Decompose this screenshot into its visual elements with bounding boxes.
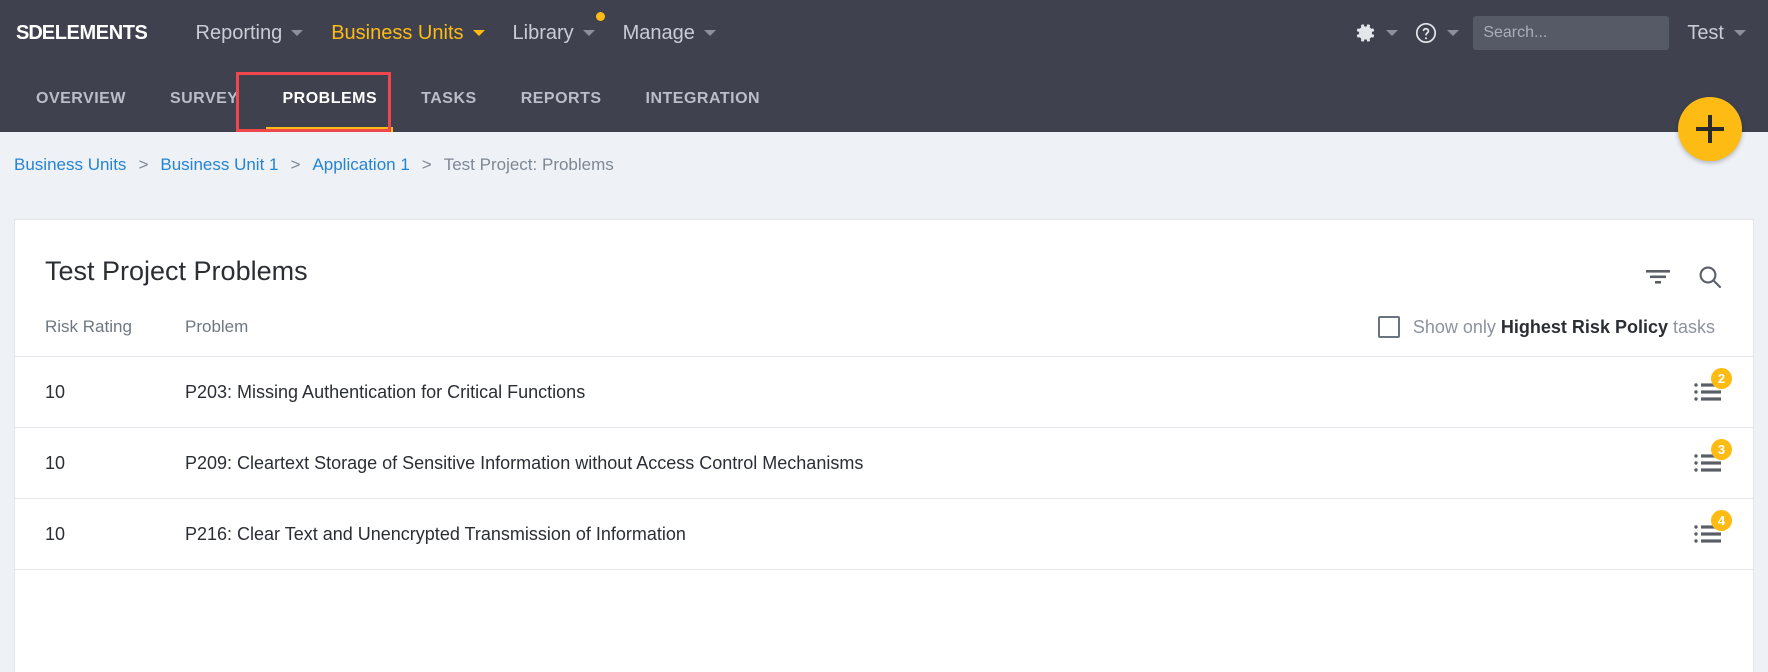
chevron-down-icon	[704, 30, 716, 36]
related-tasks-button[interactable]: 2	[1693, 379, 1723, 405]
top-navigation-right: Test	[1345, 0, 1768, 66]
nav-item-reporting-label: Reporting	[196, 22, 283, 45]
brand-logo-elements: ELEMENTS	[42, 22, 148, 44]
tab-survey-label: SURVEY	[170, 90, 239, 108]
breadcrumb-item-business-unit-1[interactable]: Business Unit 1	[160, 155, 278, 175]
page-title: Test Project Problems	[45, 256, 308, 287]
tab-problems[interactable]: PROBLEMS	[260, 66, 399, 132]
nav-item-manage[interactable]: Manage	[609, 0, 730, 66]
nav-item-manage-label: Manage	[623, 22, 695, 45]
cell-actions: 3	[1653, 450, 1723, 476]
settings-menu-button[interactable]	[1345, 21, 1406, 45]
nav-item-library-label: Library	[513, 22, 574, 45]
chevron-down-icon	[1386, 30, 1398, 36]
cell-problem[interactable]: P203: Missing Authentication for Critica…	[185, 382, 1653, 403]
filter-label-suffix: tasks	[1668, 317, 1715, 337]
search-input[interactable]	[1473, 16, 1669, 50]
add-button[interactable]	[1678, 97, 1742, 161]
notification-dot-icon	[596, 12, 605, 21]
filter-label-prefix: Show only	[1413, 317, 1501, 337]
tab-survey[interactable]: SURVEY	[148, 66, 261, 132]
highest-risk-policy-checkbox[interactable]	[1378, 316, 1400, 338]
user-menu-button[interactable]: Test	[1669, 22, 1758, 45]
brand-logo[interactable]: SDELEMENTS	[16, 22, 148, 45]
cell-problem[interactable]: P216: Clear Text and Unencrypted Transmi…	[185, 524, 1653, 545]
breadcrumb-separator: >	[422, 155, 432, 175]
tab-overview[interactable]: OVERVIEW	[14, 66, 148, 132]
breadcrumb-item-current: Test Project: Problems	[444, 155, 614, 175]
nav-item-business-units[interactable]: Business Units	[317, 0, 498, 66]
chevron-down-icon	[291, 30, 303, 36]
tab-integration[interactable]: INTEGRATION	[624, 66, 783, 132]
breadcrumb-item-business-units[interactable]: Business Units	[14, 155, 126, 175]
column-header-risk-rating: Risk Rating	[45, 317, 185, 337]
project-tab-bar: OVERVIEW SURVEY PROBLEMS TASKS REPORTS I…	[0, 66, 1768, 132]
cell-risk-rating: 10	[45, 453, 185, 474]
highest-risk-policy-filter[interactable]: Show only Highest Risk Policy tasks	[1378, 316, 1723, 338]
tab-reports[interactable]: REPORTS	[499, 66, 624, 132]
related-tasks-button[interactable]: 4	[1693, 521, 1723, 547]
problems-card: Test Project Problems Risk Rating Proble…	[14, 219, 1754, 672]
tab-integration-label: INTEGRATION	[646, 90, 761, 108]
task-count-badge: 2	[1711, 368, 1732, 389]
tab-overview-label: OVERVIEW	[36, 90, 126, 108]
task-count-badge: 4	[1711, 510, 1732, 531]
table-row[interactable]: 10 P216: Clear Text and Unencrypted Tran…	[15, 499, 1753, 570]
table-row[interactable]: 10 P209: Cleartext Storage of Sensitive …	[15, 428, 1753, 499]
cell-risk-rating: 10	[45, 524, 185, 545]
filter-icon[interactable]	[1645, 266, 1671, 288]
column-header-problem: Problem	[185, 317, 1378, 337]
search-icon[interactable]	[1697, 264, 1723, 290]
breadcrumb-item-application-1[interactable]: Application 1	[312, 155, 409, 175]
nav-item-business-units-label: Business Units	[331, 22, 463, 45]
table-header-row: Risk Rating Problem Show only Highest Ri…	[15, 290, 1753, 357]
chevron-down-icon	[1734, 30, 1746, 36]
filter-label-emphasis: Highest Risk Policy	[1501, 317, 1668, 337]
user-menu-label: Test	[1687, 22, 1724, 45]
brand-logo-sd: SD	[16, 22, 42, 44]
tab-reports-label: REPORTS	[521, 90, 602, 108]
cell-risk-rating: 10	[45, 382, 185, 403]
breadcrumb-separator: >	[291, 155, 301, 175]
cell-problem[interactable]: P209: Cleartext Storage of Sensitive Inf…	[185, 453, 1653, 474]
card-header-actions	[1645, 256, 1723, 290]
tab-problems-label: PROBLEMS	[282, 90, 377, 108]
breadcrumb-separator: >	[138, 155, 148, 175]
chevron-down-icon	[473, 30, 485, 36]
task-count-badge: 3	[1711, 439, 1732, 460]
app-root: SDELEMENTS Reporting Business Units Libr…	[0, 0, 1768, 672]
tab-tasks-label: TASKS	[421, 90, 477, 108]
chevron-down-icon	[1447, 30, 1459, 36]
top-navigation-bar: SDELEMENTS Reporting Business Units Libr…	[0, 0, 1768, 66]
related-tasks-button[interactable]: 3	[1693, 450, 1723, 476]
table-row[interactable]: 10 P203: Missing Authentication for Crit…	[15, 357, 1753, 428]
tab-tasks[interactable]: TASKS	[399, 66, 499, 132]
help-circle-icon	[1414, 21, 1438, 45]
breadcrumb: Business Units > Business Unit 1 > Appli…	[0, 132, 1768, 198]
chevron-down-icon	[583, 30, 595, 36]
highest-risk-policy-label: Show only Highest Risk Policy tasks	[1413, 317, 1715, 338]
cell-actions: 4	[1653, 521, 1723, 547]
nav-item-library[interactable]: Library	[499, 0, 609, 66]
gear-icon	[1353, 21, 1377, 45]
cell-actions: 2	[1653, 379, 1723, 405]
help-menu-button[interactable]	[1406, 21, 1467, 45]
plus-icon	[1708, 115, 1712, 143]
card-header: Test Project Problems	[15, 220, 1753, 290]
nav-item-reporting[interactable]: Reporting	[182, 0, 318, 66]
